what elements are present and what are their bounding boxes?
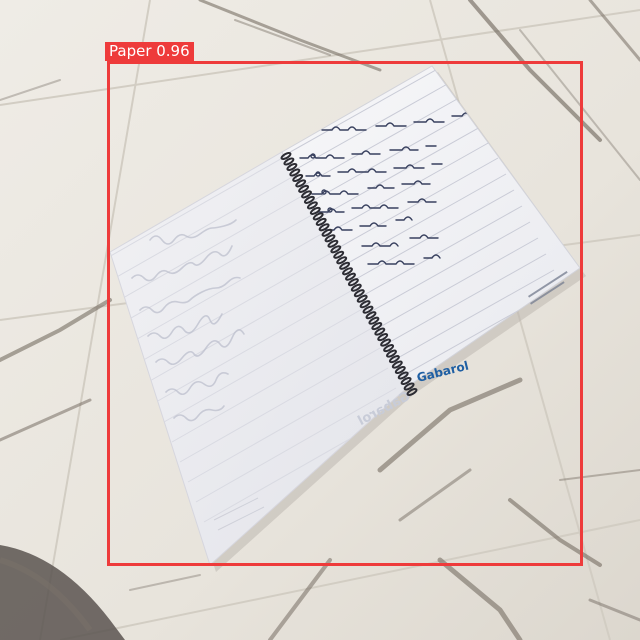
detection-label: Paper 0.96 bbox=[105, 42, 194, 61]
detection-box bbox=[107, 61, 583, 566]
photo-scene: Gabarol Gabarol Paper 0.96 bbox=[0, 0, 640, 640]
